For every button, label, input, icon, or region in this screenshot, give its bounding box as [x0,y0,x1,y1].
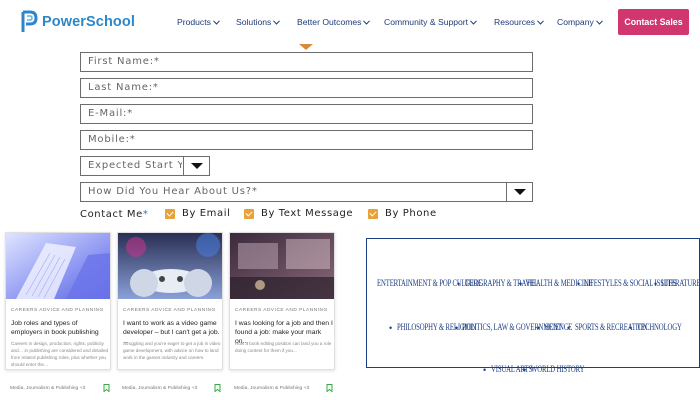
separator: • [455,323,459,333]
separator: • [654,279,658,289]
separator: • [519,279,523,289]
card-category: CAREERS ADVICE AND PLANNING [11,308,104,313]
bookmark-icon[interactable] [214,384,221,392]
heard-about-us-select[interactable]: How Did You Hear About Us?* [80,182,533,202]
contact-option-text-message[interactable]: By Text Message [244,208,353,219]
main-nav: Products Solutions Better Outcomes Commu… [0,17,700,31]
topic-link[interactable]: TECHNOLOGY [637,323,682,333]
nav-item-community-support[interactable]: Community & Support [384,17,477,27]
option-label: By Phone [385,208,437,219]
chevron-down-icon [537,19,544,25]
select-value: Expected Start Y [88,160,182,171]
contact-me-text: Contact Me [80,208,143,220]
nav-item-company[interactable]: Company [557,17,603,27]
card-description: Careers in design, production, rights, p… [11,341,109,367]
nav-item-solutions[interactable]: Solutions [236,17,281,27]
bookmark-icon[interactable] [326,384,333,392]
email-field[interactable]: E-Mail:* [80,104,533,124]
nav-item-label: Solutions [236,17,272,27]
contact-option-phone[interactable]: By Phone [368,208,437,219]
article-card[interactable]: CAREERS ADVICE AND PLANNING I want to wo… [117,232,223,370]
dropdown-caret-indicator [299,44,313,50]
site-header: PowerSchool Products Solutions Better Ou… [0,0,700,44]
nav-item-resources[interactable]: Resources [494,17,544,27]
topics-panel: ENTERTAINMENT & POP CULTURE • GEOGRAPHY … [366,238,700,375]
chevron-down-icon [213,19,220,25]
separator: • [457,279,461,289]
contact-me-label: Contact Me * [80,206,148,222]
studio-photo [230,233,334,299]
article-card[interactable]: CAREERS ADVICE AND PLANNING I was lookin… [229,232,335,370]
dropdown-button[interactable] [506,183,532,201]
dropdown-button[interactable] [183,157,209,175]
chevron-down-icon [273,19,281,25]
card-category: CAREERS ADVICE AND PLANNING [235,308,328,313]
card-category: CAREERS ADVICE AND PLANNING [123,308,216,313]
nav-item-label: Resources [494,17,536,27]
first-name-field[interactable]: First Name:* [80,52,533,72]
separator: • [567,323,571,333]
separator: • [577,279,581,289]
caret-down-icon [514,189,526,195]
game-controller-photo [118,233,222,299]
books-photo [6,233,110,299]
topic-link[interactable]: WORLD HISTORY [531,365,584,375]
topic-link[interactable]: LITERATURE [661,279,700,289]
card-description: Struggling and you're eager to get a job… [123,341,221,360]
expected-start-year-select[interactable]: Expected Start Y [80,156,210,176]
separator: • [629,323,633,333]
contact-sales-button[interactable]: Contact Sales [618,9,689,35]
email-checkbox[interactable] [165,208,175,219]
option-label: By Email [182,208,231,219]
article-card[interactable]: CAREERS ADVICE AND PLANNING Job roles an… [5,232,111,370]
select-value: How Did You Hear About Us?* [88,186,258,197]
last-name-field[interactable]: Last Name:* [80,78,533,98]
separator: • [537,323,541,333]
bookmark-icon[interactable] [103,384,110,392]
card-description: How a book editing position can land you… [235,341,332,353]
mobile-field[interactable]: Mobile:* [80,130,533,150]
chevron-down-icon [470,19,477,25]
caret-down-icon [191,163,203,169]
nav-item-label: Community & Support [384,17,469,27]
separator: • [389,323,393,333]
card-tags: Media, Journalism & Publishing +3 [10,386,86,391]
nav-item-better-outcomes[interactable]: Better Outcomes [297,17,371,27]
chevron-down-icon [595,19,603,25]
nav-item-label: Better Outcomes [297,17,362,27]
nav-item-products[interactable]: Products [177,17,220,27]
card-title[interactable]: Job roles and types of employers in book… [11,319,110,337]
card-tags: Media, Journalism & Publishing +3 [234,386,310,391]
phone-checkbox[interactable] [368,208,378,219]
nav-item-label: Company [557,17,594,27]
text-message-checkbox[interactable] [244,208,254,219]
required-mark: * [142,208,149,220]
topic-link[interactable]: HEALTH & MEDICINE [527,279,593,289]
nav-item-label: Products [177,17,211,27]
separator: • [523,365,527,375]
contact-option-email[interactable]: By Email [165,208,231,219]
option-label: By Text Message [261,208,354,219]
card-tags: Media, Journalism & Publishing +3 [122,386,198,391]
separator: • [483,365,487,375]
chevron-down-icon [363,19,371,25]
